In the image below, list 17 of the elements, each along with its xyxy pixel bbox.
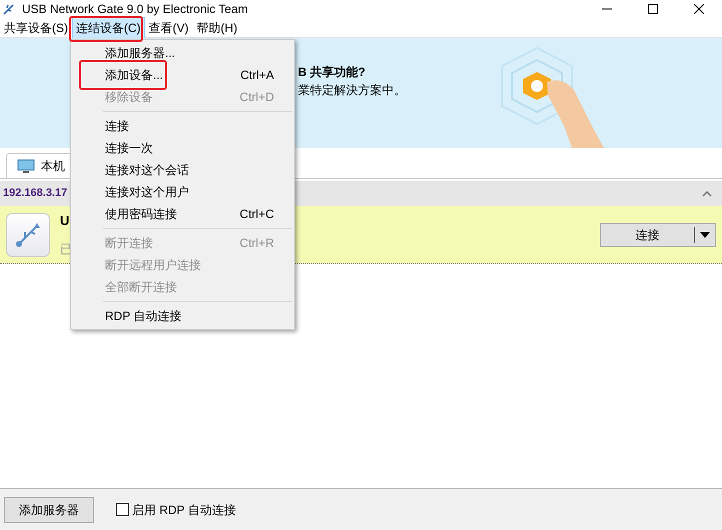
add-server-button[interactable]: 添加服务器 xyxy=(4,496,94,522)
window-title: USB Network Gate 9.0 by Electronic Team xyxy=(22,1,248,18)
menu-item[interactable]: 连接对这个用户 xyxy=(71,181,294,203)
device-name: U xyxy=(60,212,70,230)
menu-item[interactable]: 使用密码连接 Ctrl+C xyxy=(71,203,294,225)
checkbox-label: 启用 RDP 自动连接 xyxy=(132,502,236,518)
group-title: 192.168.3.17 xyxy=(3,186,68,202)
menu-item[interactable]: 共享设备(S) xyxy=(0,16,72,38)
menu-item[interactable]: 帮助(H) xyxy=(192,16,242,38)
banner-title: B 共享功能? xyxy=(298,64,366,81)
menu-item[interactable]: 添加设备... Ctrl+A xyxy=(71,64,294,86)
menu-item[interactable]: RDP 自动连接 xyxy=(71,305,294,327)
banner-text: 業特定解決方案中。 xyxy=(298,82,406,99)
menu-item[interactable]: 添加服务器... xyxy=(71,42,294,64)
menu-item[interactable]: 查看(V) xyxy=(144,16,193,38)
menu-item[interactable]: 连接 xyxy=(71,115,294,137)
connect-button[interactable]: 连接 xyxy=(600,222,716,246)
